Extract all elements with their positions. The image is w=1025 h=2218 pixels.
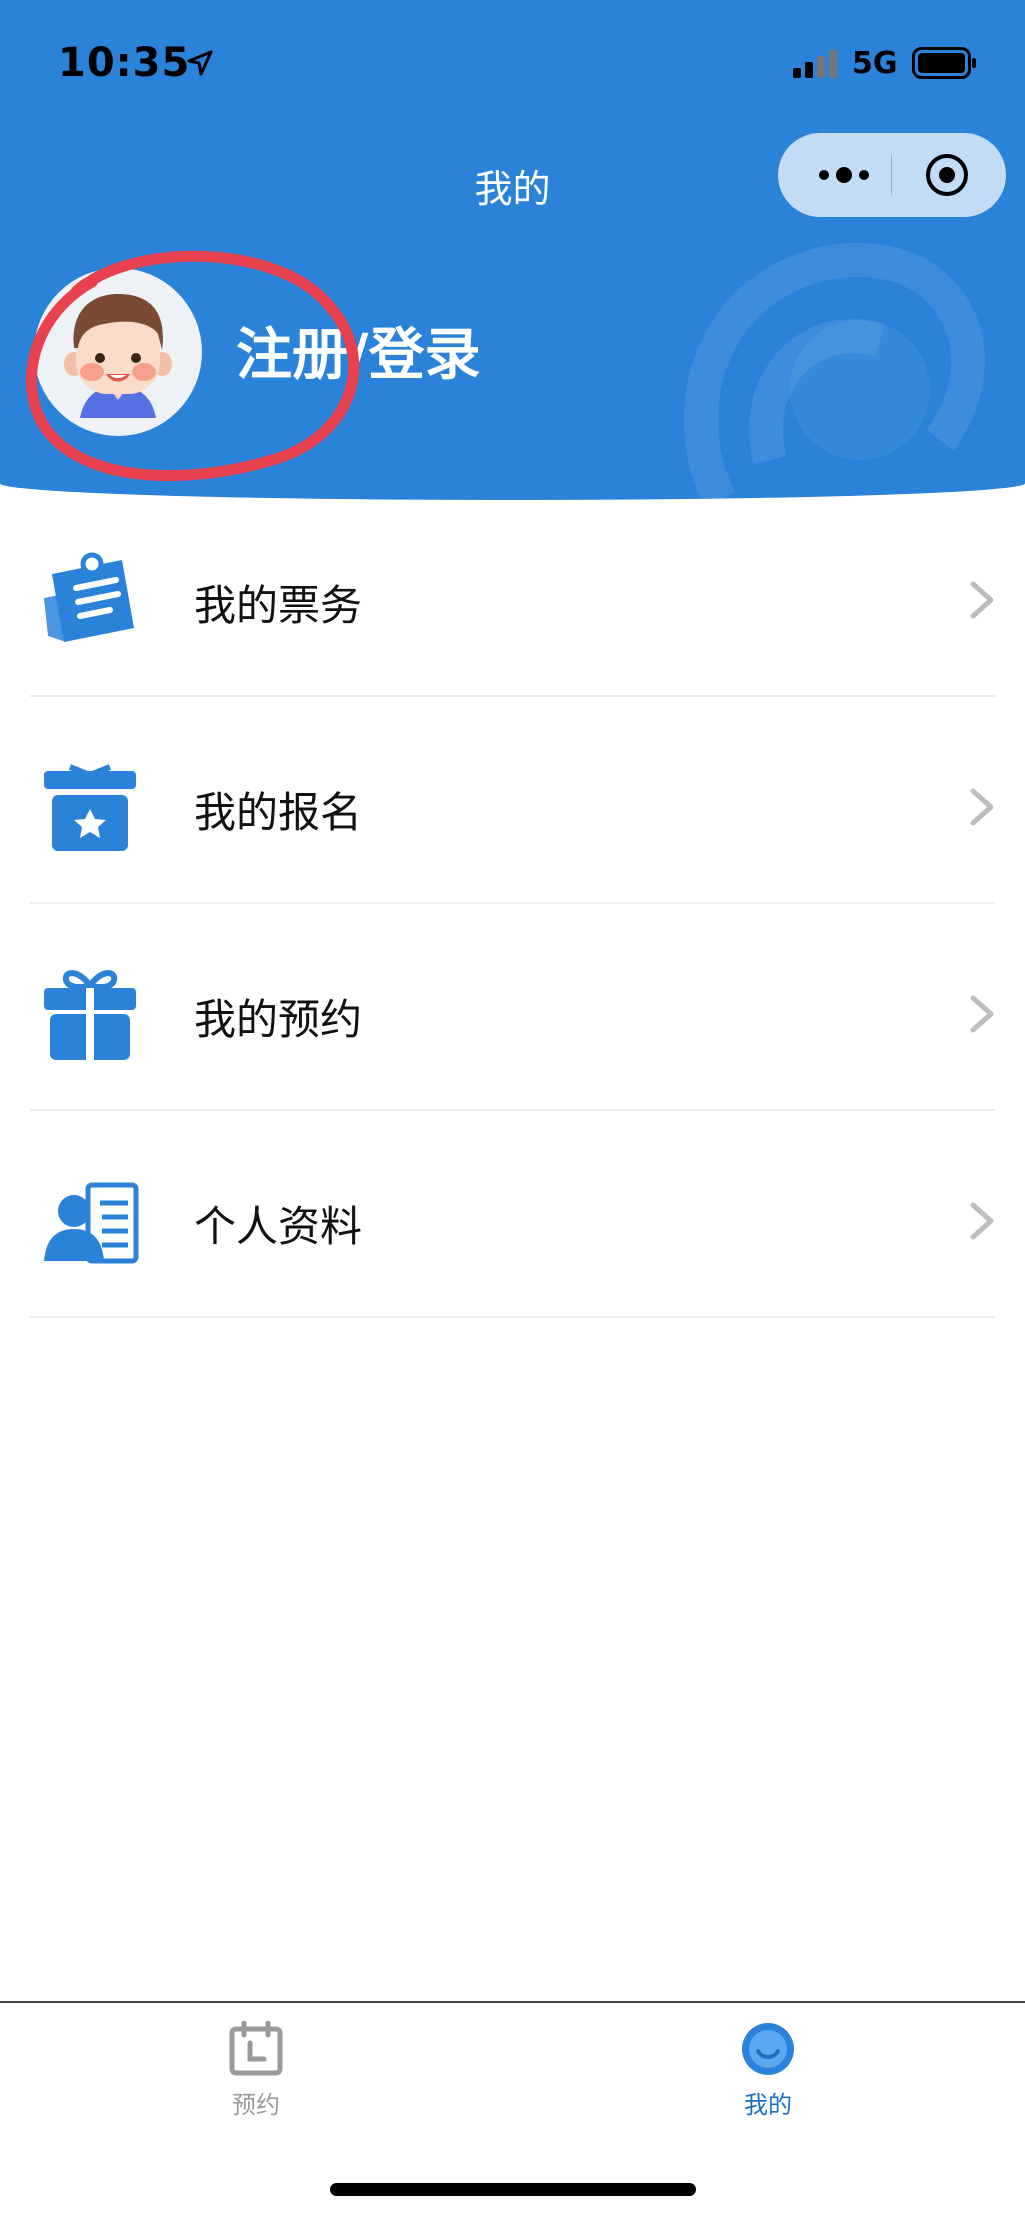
profile-card-icon	[44, 1182, 139, 1264]
menu-item-label: 我的票务	[194, 581, 363, 630]
red-annotation-circle	[26, 250, 360, 482]
status-time: 10:35	[58, 40, 191, 86]
chevron-right-icon	[970, 581, 994, 619]
menu-item-label: 我的预约	[194, 995, 363, 1044]
location-arrow-icon	[187, 50, 213, 76]
ticket-notes-icon	[44, 552, 134, 642]
menu-list: 我的票务 我的报名 我的预约 个人资料	[0, 490, 1025, 1318]
network-type: 5G	[852, 46, 898, 81]
chevron-right-icon	[970, 788, 994, 826]
gift-icon	[44, 970, 136, 1060]
chevron-right-icon	[970, 1202, 994, 1240]
mini-program-capsule	[778, 133, 1006, 217]
calendar-icon	[229, 2021, 283, 2076]
status-bar: 10:35 5G	[0, 0, 1025, 120]
star-box-icon	[44, 764, 136, 851]
tab-reserve[interactable]: 预约	[146, 2021, 366, 2161]
signal-bars-icon	[793, 50, 837, 78]
divider	[30, 1316, 995, 1318]
menu-item-reservations[interactable]: 我的预约	[0, 904, 1025, 1111]
menu-item-tickets[interactable]: 我的票务	[0, 490, 1025, 697]
target-circle-icon[interactable]	[924, 152, 970, 198]
tab-mine[interactable]: 我的	[658, 2021, 878, 2161]
menu-item-registrations[interactable]: 我的报名	[0, 697, 1025, 904]
more-dots-icon[interactable]	[802, 155, 886, 195]
menu-item-label: 我的报名	[194, 788, 363, 837]
menu-item-profile[interactable]: 个人资料	[0, 1111, 1025, 1318]
menu-item-label: 个人资料	[194, 1202, 363, 1251]
home-indicator	[330, 2183, 696, 2196]
battery-icon	[912, 47, 976, 79]
chevron-right-icon	[970, 995, 994, 1033]
capsule-divider	[891, 155, 892, 195]
tab-label: 我的	[744, 2091, 792, 2119]
user-circle-icon	[742, 2023, 794, 2075]
tab-label: 预约	[232, 2091, 280, 2119]
watermark-graphic	[683, 242, 985, 500]
